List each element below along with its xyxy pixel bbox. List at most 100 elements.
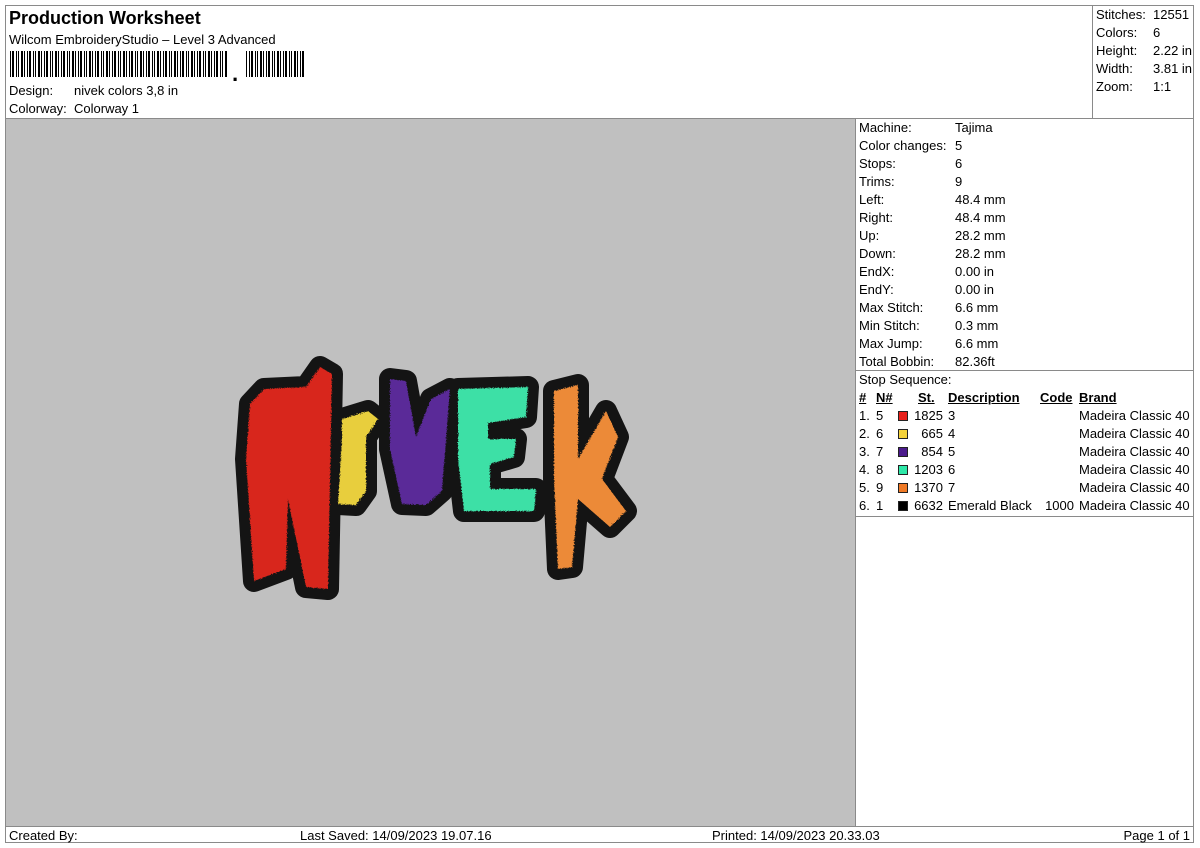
summary-row: Height: 2.22 in: [1096, 43, 1192, 58]
needle-number: 5: [876, 408, 884, 423]
thread-description: 6: [948, 462, 956, 477]
stitch-count: 665: [921, 426, 943, 441]
color-swatch: [898, 501, 908, 511]
colorway-label: Colorway:: [9, 101, 67, 116]
machine-info-value: 48.4 mm: [955, 210, 1006, 225]
machine-info-value: 6: [955, 156, 963, 171]
machine-info-value: 28.2 mm: [955, 246, 1006, 261]
machine-info-label: Color changes:: [859, 138, 947, 153]
machine-info-value: 6.6 mm: [955, 336, 999, 351]
needle-number: 6: [876, 426, 884, 441]
summary-row: Colors: 6: [1096, 25, 1160, 40]
machine-info-value: Tajima: [955, 120, 993, 135]
stop-sequence-row: 2. 6 665 4 Madeira Classic 40: [856, 426, 1193, 444]
software-name: Wilcom EmbroideryStudio – Level 3 Advanc…: [9, 32, 276, 47]
stop-num: 5.: [859, 480, 870, 495]
machine-info-value: 28.2 mm: [955, 228, 1006, 243]
machine-info-row: Max Jump: 6.6 mm: [859, 336, 998, 351]
machine-info-label: Up:: [859, 228, 880, 243]
summary-value: 2.22 in: [1153, 43, 1193, 58]
stitch-count: 854: [921, 444, 943, 459]
machine-info-value: 82.36ft: [955, 354, 995, 369]
color-swatch: [898, 429, 908, 439]
stop-sequence-row: 4. 8 1203 6 Madeira Classic 40: [856, 462, 1193, 480]
stitch-count: 6632: [914, 498, 943, 513]
thread-brand: Madeira Classic 40: [1079, 408, 1190, 423]
summary-row: Stitches: 12551: [1096, 7, 1189, 22]
thread-brand: Madeira Classic 40: [1079, 444, 1190, 459]
stop-num: 3.: [859, 444, 870, 459]
machine-info-label: Right:: [859, 210, 893, 225]
summary-row: Zoom: 1:1: [1096, 79, 1171, 94]
summary-value: 1:1: [1153, 79, 1172, 94]
stop-sequence-row: 6. 1 6632 Emerald Black 1000 Madeira Classic …: [856, 498, 1193, 516]
design-row: Design: nivek colors 3,8 in: [9, 83, 178, 98]
needle-number: 7: [876, 444, 884, 459]
embroidery-design: [235, 356, 637, 600]
machine-info-row: Stops: 6: [859, 156, 962, 171]
stop-num: 2.: [859, 426, 870, 441]
summary-value: 3.81 in: [1153, 61, 1193, 76]
machine-info-label: EndX:: [859, 264, 895, 279]
summary-panel: Stitches: 12551 Colors: 6 Height: 2.22 in W…: [1093, 6, 1193, 119]
summary-label: Stitches:: [1096, 7, 1146, 22]
stop-sequence-row: 5. 9 1370 7 Madeira Classic 40: [856, 480, 1193, 498]
colorway-row: Colorway: Colorway 1: [9, 101, 139, 116]
stop-sequence-label: Stop Sequence:: [859, 372, 952, 387]
machine-info-value: 0.00 in: [955, 264, 995, 279]
machine-info-row: Min Stitch: 0.3 mm: [859, 318, 998, 333]
col-code: Code: [1040, 390, 1073, 405]
col-n: N#: [876, 390, 893, 405]
machine-info-row: Up: 28.2 mm: [859, 228, 1006, 243]
machine-info-row: EndX: 0.00 in: [859, 264, 994, 279]
divider: [856, 516, 1193, 517]
machine-info-label: Max Stitch:: [859, 300, 924, 315]
thread-brand: Madeira Classic 40: [1079, 462, 1190, 477]
thread-brand: Madeira Classic 40: [1079, 480, 1190, 495]
stop-num: 4.: [859, 462, 870, 477]
barcode: ,: [10, 51, 304, 81]
thread-description: 4: [948, 426, 956, 441]
design-value: nivek colors 3,8 in: [74, 83, 179, 98]
col-num: #: [859, 390, 867, 405]
needle-number: 1: [876, 498, 884, 513]
machine-info-row: Right: 48.4 mm: [859, 210, 1006, 225]
machine-info-label: Stops:: [859, 156, 896, 171]
machine-info-label: Left:: [859, 192, 885, 207]
machine-info-label: Min Stitch:: [859, 318, 920, 333]
stitch-count: 1370: [914, 480, 943, 495]
machine-info-row: Total Bobbin: 82.36ft: [859, 354, 995, 369]
stitch-count: 1203: [914, 462, 943, 477]
divider: [856, 370, 1193, 371]
stop-sequence-row: 3. 7 854 5 Madeira Classic 40: [856, 444, 1193, 462]
col-brand: Brand: [1079, 390, 1117, 405]
col-description: Description: [948, 390, 1020, 405]
needle-number: 9: [876, 480, 884, 495]
machine-info-label: EndY:: [859, 282, 894, 297]
machine-info-panel: Machine: Tajima Color changes: 5 Stops: 6 Trim…: [856, 119, 1193, 826]
thread-description: 5: [948, 444, 956, 459]
worksheet-footer: Created By: Last Saved: 14/09/2023 19.07…: [6, 826, 1193, 843]
machine-info-row: Down: 28.2 mm: [859, 246, 1006, 261]
worksheet-frame: Production Worksheet Wilcom EmbroiderySt…: [5, 5, 1194, 843]
svg-text:,: ,: [232, 61, 238, 81]
letter-fills: [246, 367, 626, 589]
machine-info-value: 0.00 in: [955, 282, 995, 297]
machine-info-row: Max Stitch: 6.6 mm: [859, 300, 998, 315]
machine-info-row: Left: 48.4 mm: [859, 192, 1006, 207]
stitch-count: 1825: [914, 408, 943, 423]
summary-row: Width: 3.81 in: [1096, 61, 1192, 76]
summary-value: 6: [1153, 25, 1161, 40]
machine-info-row: EndY: 0.00 in: [859, 282, 994, 297]
last-saved: Last Saved: 14/09/2023 19.07.16: [300, 828, 492, 843]
thread-description: Emerald Black: [948, 498, 1032, 513]
summary-label: Width:: [1096, 61, 1133, 76]
machine-info-label: Machine:: [859, 120, 912, 135]
worksheet-header: Production Worksheet Wilcom EmbroiderySt…: [6, 6, 1093, 119]
color-swatch: [898, 483, 908, 493]
design-preview: [6, 119, 856, 826]
stop-num: 6.: [859, 498, 870, 513]
machine-info-row: Machine: Tajima: [859, 120, 993, 135]
stop-sequence-row: 1. 5 1825 3 Madeira Classic 40: [856, 408, 1193, 426]
colorway-value: Colorway 1: [74, 101, 140, 116]
